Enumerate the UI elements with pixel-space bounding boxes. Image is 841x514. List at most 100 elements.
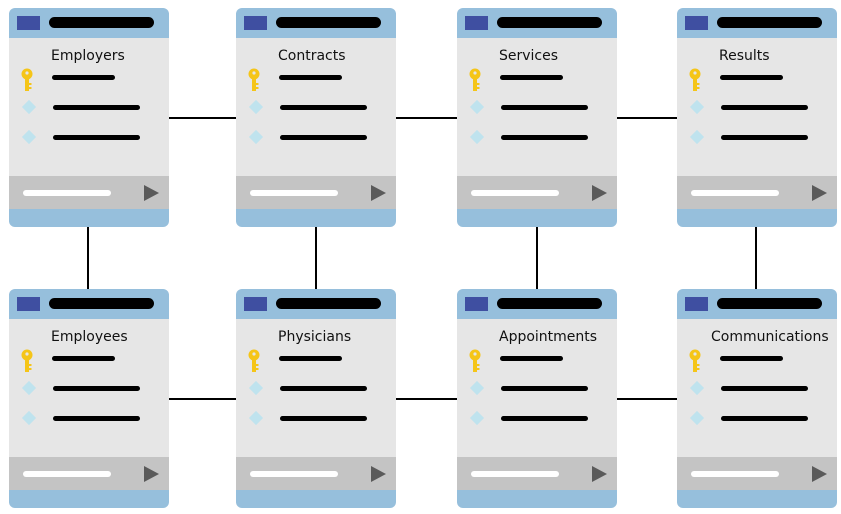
footer-placeholder-bar [471, 471, 559, 477]
title-placeholder-bar [276, 298, 381, 309]
field [280, 105, 367, 110]
diamond-icon [248, 99, 264, 115]
play-arrow-icon[interactable] [592, 185, 607, 201]
card-body: Physicians [236, 319, 396, 457]
field [721, 416, 808, 421]
key-icon [21, 349, 33, 372]
diamond-icon [21, 129, 37, 145]
field [53, 105, 140, 110]
play-arrow-icon[interactable] [371, 185, 386, 201]
entity-card-appointments[interactable]: Appointments [457, 289, 617, 508]
card-footer [236, 176, 396, 209]
field [501, 386, 588, 391]
entity-card-employees[interactable]: Employees [9, 289, 169, 508]
entity-name: Results [719, 48, 770, 64]
entity-name: Contracts [278, 48, 346, 64]
primary-key-field [720, 75, 783, 80]
diamond-icon [21, 410, 37, 426]
card-body: Results [677, 38, 837, 176]
footer-placeholder-bar [471, 190, 559, 196]
title-placeholder-bar [717, 17, 822, 28]
entity-name: Services [499, 48, 559, 64]
footer-placeholder-bar [691, 190, 779, 196]
card-footer [9, 457, 169, 490]
play-arrow-icon[interactable] [144, 185, 159, 201]
entity-card-communications[interactable]: Communications [677, 289, 837, 508]
card-footer [677, 176, 837, 209]
table-icon [465, 297, 488, 311]
card-titlebar [236, 8, 396, 38]
title-placeholder-bar [497, 17, 602, 28]
relationship-employers-contracts [168, 117, 236, 119]
play-arrow-icon[interactable] [371, 466, 386, 482]
entity-card-physicians[interactable]: Physicians [236, 289, 396, 508]
primary-key-field [279, 75, 342, 80]
diamond-icon [469, 99, 485, 115]
card-titlebar [677, 8, 837, 38]
table-icon [685, 297, 708, 311]
primary-key-field [720, 356, 783, 361]
card-titlebar [9, 8, 169, 38]
card-body: Appointments [457, 319, 617, 457]
table-icon [17, 297, 40, 311]
relationship-physicians-appointments [396, 398, 457, 400]
relationship-results-communications [755, 227, 757, 289]
footer-placeholder-bar [691, 471, 779, 477]
diamond-icon [21, 99, 37, 115]
card-footer [677, 457, 837, 490]
entity-card-services[interactable]: Services [457, 8, 617, 227]
card-titlebar [9, 289, 169, 319]
table-icon [465, 16, 488, 30]
play-arrow-icon[interactable] [144, 466, 159, 482]
entity-card-contracts[interactable]: Contracts [236, 8, 396, 227]
primary-key-field [52, 356, 115, 361]
play-arrow-icon[interactable] [812, 466, 827, 482]
field [53, 416, 140, 421]
table-icon [17, 16, 40, 30]
entity-card-employers[interactable]: Employers [9, 8, 169, 227]
table-icon [244, 16, 267, 30]
card-body: Employees [9, 319, 169, 457]
card-titlebar [236, 289, 396, 319]
key-icon [689, 68, 701, 91]
field [721, 386, 808, 391]
relationship-employees-physicians [168, 398, 236, 400]
card-body: Services [457, 38, 617, 176]
field [280, 416, 367, 421]
relationship-appointments-communications [617, 398, 677, 400]
diamond-icon [248, 129, 264, 145]
entity-card-results[interactable]: Results [677, 8, 837, 227]
diamond-icon [248, 410, 264, 426]
primary-key-field [52, 75, 115, 80]
card-body: Contracts [236, 38, 396, 176]
entity-name: Physicians [278, 329, 352, 345]
card-footer [457, 176, 617, 209]
field [501, 416, 588, 421]
diamond-icon [21, 380, 37, 396]
relationship-employers-employees [87, 227, 89, 289]
relationship-contracts-services [396, 117, 457, 119]
play-arrow-icon[interactable] [812, 185, 827, 201]
primary-key-field [500, 356, 563, 361]
entity-name: Employees [51, 329, 128, 345]
key-icon [248, 349, 260, 372]
diamond-icon [689, 380, 705, 396]
card-body: Employers [9, 38, 169, 176]
field [53, 386, 140, 391]
entity-name: Employers [51, 48, 125, 64]
title-placeholder-bar [49, 298, 154, 309]
table-icon [685, 16, 708, 30]
key-icon [469, 349, 481, 372]
primary-key-field [279, 356, 342, 361]
table-icon [244, 297, 267, 311]
field [501, 135, 588, 140]
play-arrow-icon[interactable] [592, 466, 607, 482]
relationship-contracts-physicians [315, 227, 317, 289]
relationship-services-results [617, 117, 677, 119]
diamond-icon [469, 380, 485, 396]
diamond-icon [469, 410, 485, 426]
card-titlebar [457, 289, 617, 319]
diamond-icon [248, 380, 264, 396]
field [501, 105, 588, 110]
diamond-icon [689, 99, 705, 115]
